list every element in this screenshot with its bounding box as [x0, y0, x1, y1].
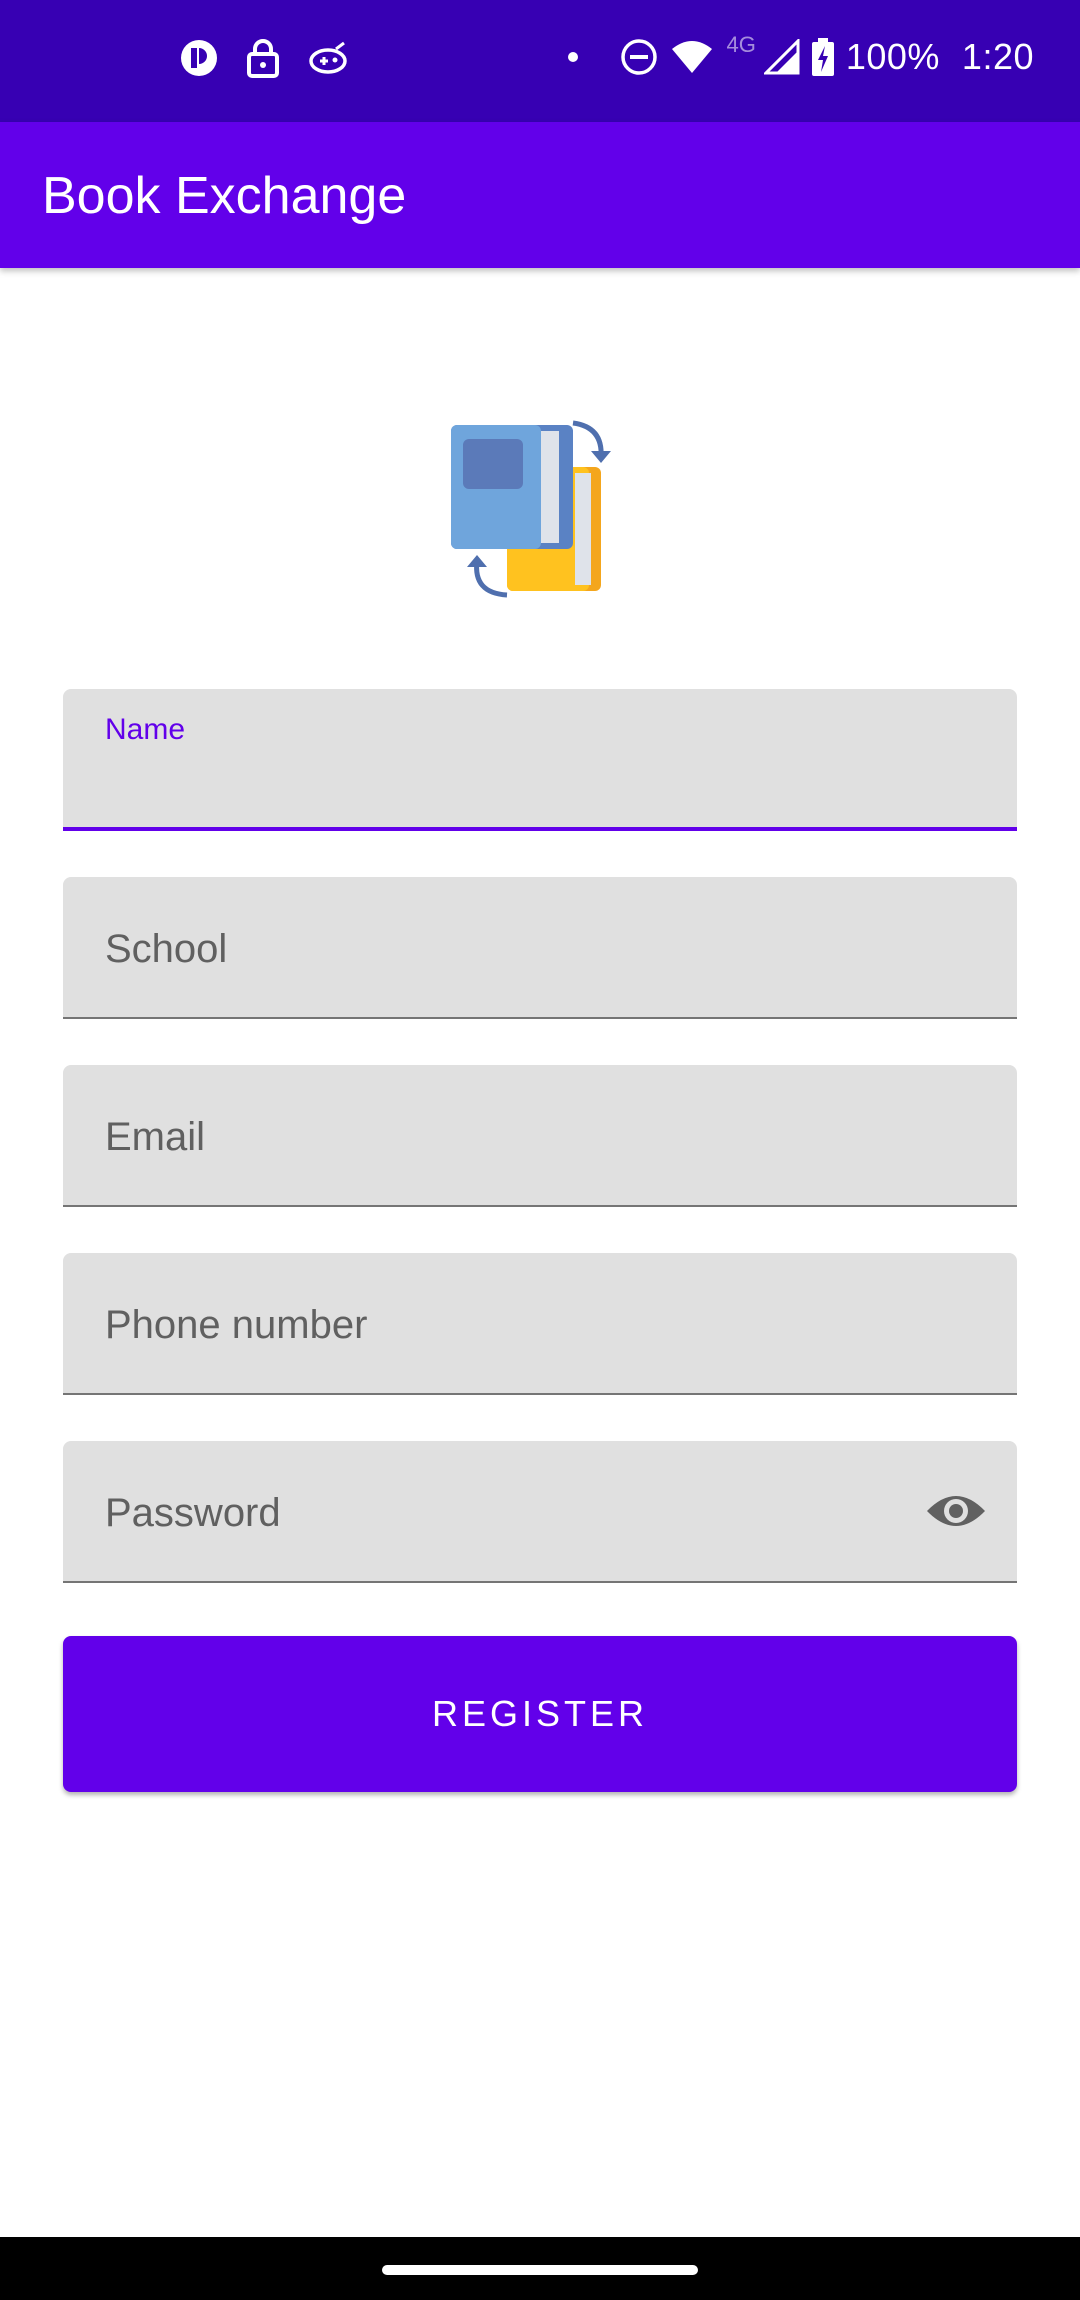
email-field[interactable]: Email — [63, 1065, 1017, 1207]
book-exchange-logo-icon — [451, 420, 611, 598]
name-field-label: Name — [105, 713, 186, 746]
phone-number-field-label: Phone number — [105, 1303, 368, 1347]
status-bar-notifications — [180, 38, 350, 78]
status-bar-system: 4G 100% 1:20 — [568, 32, 1034, 78]
navigation-bar — [0, 2237, 1080, 2300]
lock-icon — [247, 39, 279, 78]
eye-icon[interactable] — [925, 1489, 987, 1533]
name-field[interactable]: Name — [63, 689, 1017, 831]
password-field-label: Password — [105, 1491, 281, 1535]
password-field[interactable]: Password — [63, 1441, 1017, 1583]
home-indicator[interactable] — [382, 2265, 698, 2275]
status-bar: 4G 100% 1:20 — [0, 0, 1080, 122]
game-controller-icon — [309, 41, 347, 74]
school-field-label: School — [105, 927, 228, 971]
network-type: 4G — [726, 32, 756, 57]
battery-charging-icon — [811, 38, 834, 76]
dot-icon — [568, 52, 579, 62]
app-notification-icon — [181, 40, 217, 76]
email-field-label: Email — [105, 1115, 206, 1159]
app-bar: Book Exchange — [0, 122, 1080, 268]
app-title: Book Exchange — [42, 167, 407, 225]
school-field[interactable]: School — [63, 877, 1017, 1019]
phone-number-field[interactable]: Phone number — [63, 1253, 1017, 1395]
wifi-icon — [672, 41, 713, 73]
do-not-disturb-icon — [621, 39, 658, 75]
signal-icon — [763, 39, 800, 75]
register-button[interactable]: REGISTER — [63, 1636, 1017, 1792]
clock: 1:20 — [961, 36, 1034, 77]
battery-level: 100% — [845, 36, 940, 77]
